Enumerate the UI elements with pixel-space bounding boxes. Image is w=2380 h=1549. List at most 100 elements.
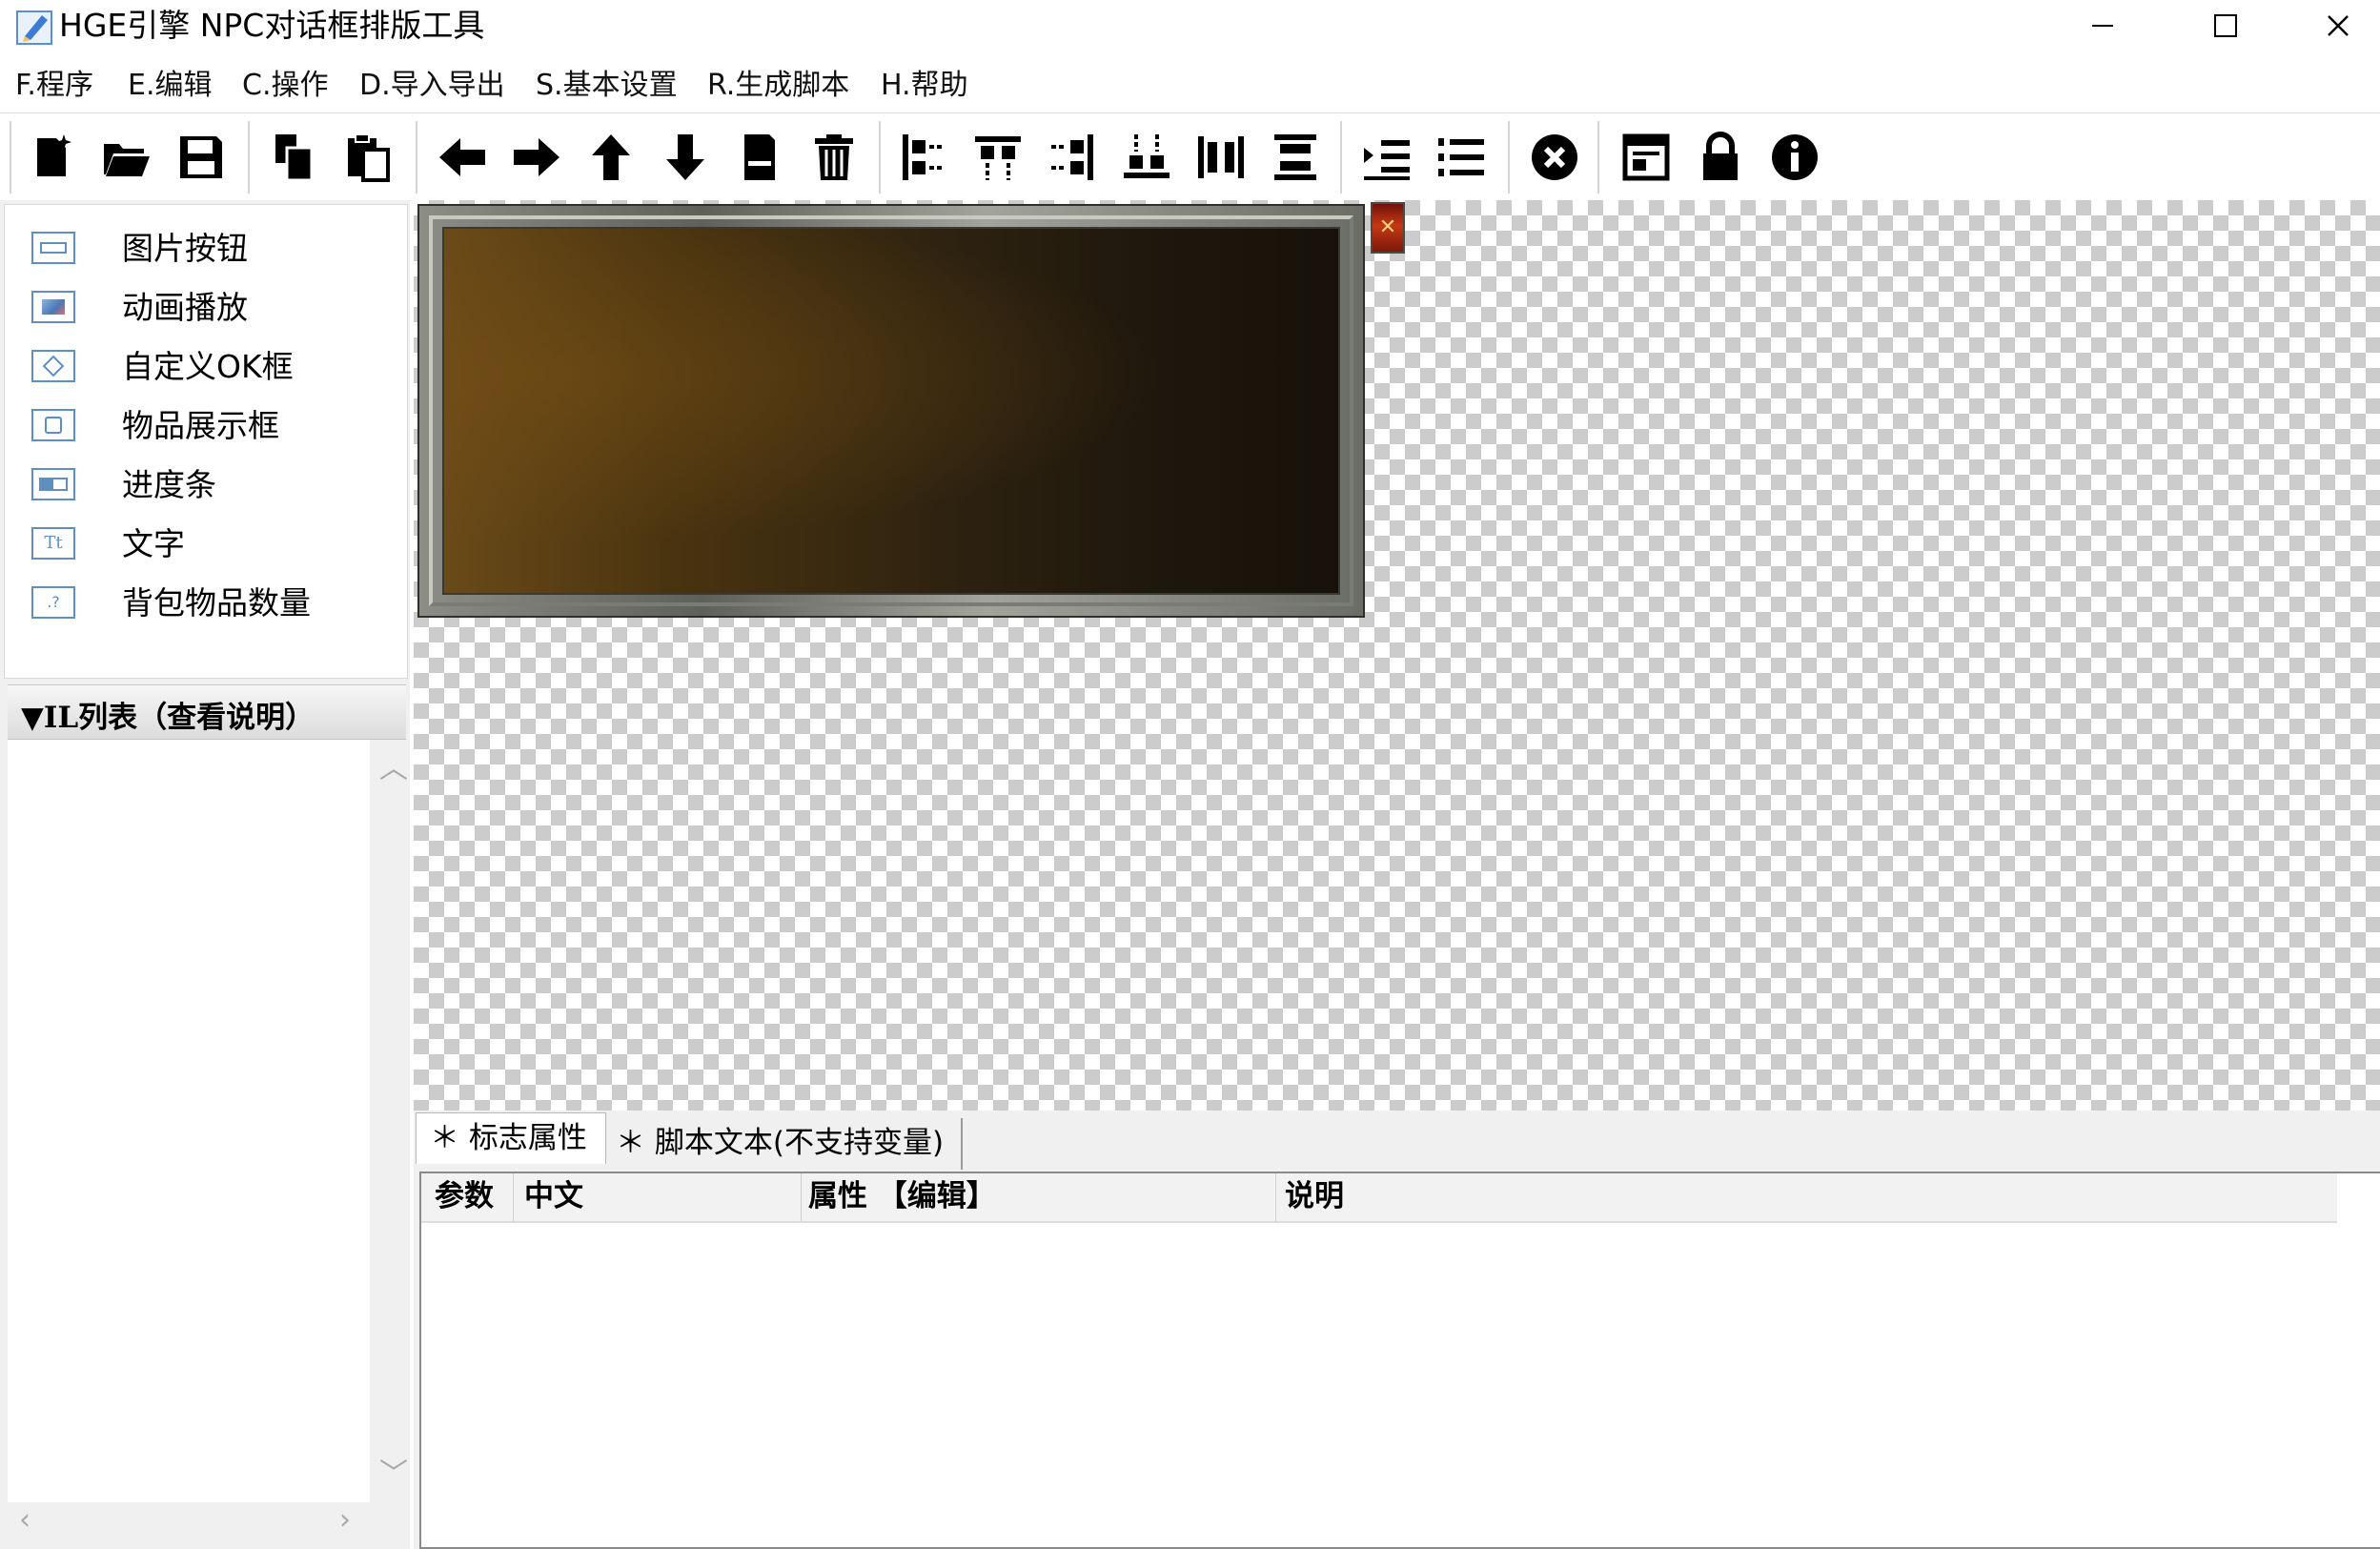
window-icon — [1622, 133, 1670, 181]
chevron-up-icon[interactable]: ︿ — [379, 755, 408, 784]
left-panel: 图片按钮 动画播放 自定义OK框 物品展示框 进度条 Tt 文字 .? 背包物品… — [0, 200, 410, 1549]
palette-item-image-button[interactable]: 图片按钮 — [5, 222, 405, 275]
toolbar-separator — [1597, 121, 1600, 194]
lock-button[interactable] — [1687, 125, 1754, 190]
wil-list-horizontal-scrollbar[interactable]: ‹ › — [8, 1502, 370, 1540]
minimize-icon — [2092, 25, 2113, 27]
align-top-icon — [975, 136, 1021, 180]
maximize-button[interactable] — [2170, 0, 2281, 51]
control-palette: 图片按钮 动画播放 自定义OK框 物品展示框 进度条 Tt 文字 .? 背包物品… — [4, 204, 408, 679]
properties-panel: ＊ 标志属性 ＊ 脚本文本(不支持变量) 参数 中文 属性 【编辑】 说明 — [414, 1111, 2380, 1549]
open-folder-icon — [104, 144, 150, 176]
property-grid[interactable]: 参数 中文 属性 【编辑】 说明 — [419, 1172, 2380, 1549]
palette-item-bag-item-count[interactable]: .? 背包物品数量 — [5, 577, 405, 630]
wil-list-title: ▼IL列表（查看说明） — [21, 701, 315, 735]
align-left-icon — [903, 134, 945, 180]
arrow-up-icon — [592, 134, 630, 180]
collapse-button[interactable] — [726, 125, 793, 190]
palette-item-item-display[interactable]: 物品展示框 — [5, 399, 405, 453]
column-header-property[interactable]: 属性 【编辑】 — [808, 1177, 996, 1215]
menu-generate-script[interactable]: R.生成脚本 — [707, 67, 849, 105]
column-header-chinese[interactable]: 中文 — [524, 1177, 583, 1215]
app-icon — [16, 10, 52, 45]
custom-ok-box-icon — [31, 350, 75, 382]
menu-import-export[interactable]: D.导入导出 — [359, 67, 505, 105]
minimize-icon — [744, 134, 775, 180]
tab-flag-properties[interactable]: ＊ 标志属性 — [416, 1112, 606, 1164]
wil-list[interactable] — [8, 740, 370, 1502]
palette-item-text[interactable]: Tt 文字 — [5, 518, 405, 571]
maximize-icon — [2214, 14, 2237, 37]
open-button[interactable] — [93, 125, 160, 190]
close-window-button[interactable] — [2283, 0, 2380, 51]
tab-script-text[interactable]: ＊ 脚本文本(不支持变量) — [608, 1118, 963, 1170]
window-button[interactable] — [1613, 125, 1679, 190]
copy-button[interactable] — [261, 125, 328, 190]
palette-item-progress-bar[interactable]: 进度条 — [5, 459, 405, 512]
menu-program[interactable]: F.程序 — [15, 67, 93, 105]
palette-item-label: 文字 — [122, 525, 185, 562]
move-down-button[interactable] — [652, 125, 719, 190]
align-bottom-icon — [1124, 134, 1170, 178]
menu-operate[interactable]: C.操作 — [242, 67, 328, 105]
close-icon: ✕ — [1378, 215, 1397, 239]
palette-item-label: 动画播放 — [122, 289, 248, 326]
distribute-vertical-icon — [1274, 134, 1316, 180]
move-up-button[interactable] — [578, 125, 644, 190]
design-canvas[interactable]: ✕ — [414, 200, 2380, 1111]
column-separator — [513, 1173, 514, 1221]
palette-item-animation[interactable]: 动画播放 — [5, 281, 405, 335]
align-top-button[interactable] — [965, 125, 1031, 190]
minimize-button[interactable] — [2047, 0, 2158, 51]
toolbar-separator — [1340, 121, 1343, 194]
toolbar-separator — [10, 121, 12, 194]
column-header-description[interactable]: 说明 — [1285, 1177, 1344, 1215]
menu-help[interactable]: H.帮助 — [881, 67, 968, 105]
move-right-button[interactable] — [503, 125, 570, 190]
close-circle-icon — [1532, 134, 1577, 180]
copy-icon — [275, 134, 314, 182]
distribute-vertical-button[interactable] — [1262, 125, 1329, 190]
wil-list-vertical-scrollbar[interactable]: ︿ ﹀ — [370, 740, 408, 1502]
stop-button[interactable] — [1521, 125, 1588, 190]
distribute-horizontal-button[interactable] — [1188, 125, 1254, 190]
toolbar-separator — [1508, 121, 1511, 194]
palette-item-label: 物品展示框 — [122, 407, 279, 444]
distribute-horizontal-icon — [1198, 136, 1244, 178]
arrow-left-icon — [439, 138, 485, 176]
align-left-button[interactable] — [890, 125, 957, 190]
menu-basic-settings[interactable]: S.基本设置 — [536, 67, 678, 105]
item-display-icon — [31, 409, 75, 441]
chevron-right-icon[interactable]: › — [339, 1506, 351, 1535]
close-icon — [2328, 15, 2349, 36]
palette-item-label: 进度条 — [122, 466, 216, 503]
new-button[interactable] — [19, 125, 86, 190]
chevron-down-icon[interactable]: ﹀ — [379, 1460, 408, 1489]
align-right-icon — [1051, 134, 1093, 180]
dialog-body — [442, 227, 1340, 595]
menu-bar: F.程序 E.编辑 C.操作 D.导入导出 S.基本设置 R.生成脚本 H.帮助 — [0, 61, 2380, 111]
save-button[interactable] — [168, 125, 234, 190]
paste-button[interactable] — [336, 125, 402, 190]
palette-item-label: 图片按钮 — [122, 230, 248, 267]
align-right-button[interactable] — [1039, 125, 1106, 190]
numbered-list-button[interactable] — [1428, 125, 1495, 190]
move-left-button[interactable] — [429, 125, 496, 190]
column-header-param[interactable]: 参数 — [435, 1177, 494, 1215]
column-separator — [1275, 1173, 1276, 1221]
wil-list-header[interactable]: ▼IL列表（查看说明） — [8, 684, 406, 740]
align-bottom-button[interactable] — [1113, 125, 1180, 190]
palette-item-custom-ok-box[interactable]: 自定义OK框 — [5, 340, 405, 394]
dialog-close-button[interactable]: ✕ — [1371, 202, 1405, 254]
info-button[interactable] — [1761, 125, 1828, 190]
indent-button[interactable] — [1353, 125, 1420, 190]
lock-icon — [1703, 132, 1738, 180]
palette-item-label: 背包物品数量 — [122, 584, 311, 622]
delete-button[interactable] — [801, 125, 867, 190]
menu-edit[interactable]: E.编辑 — [128, 67, 213, 105]
toolbar-separator — [416, 121, 418, 194]
text-icon: Tt — [31, 527, 75, 560]
npc-dialog-background[interactable] — [417, 204, 1365, 618]
window-title: HGE引擎 NPC对话框排版工具 — [59, 7, 485, 44]
chevron-left-icon[interactable]: ‹ — [19, 1506, 31, 1535]
